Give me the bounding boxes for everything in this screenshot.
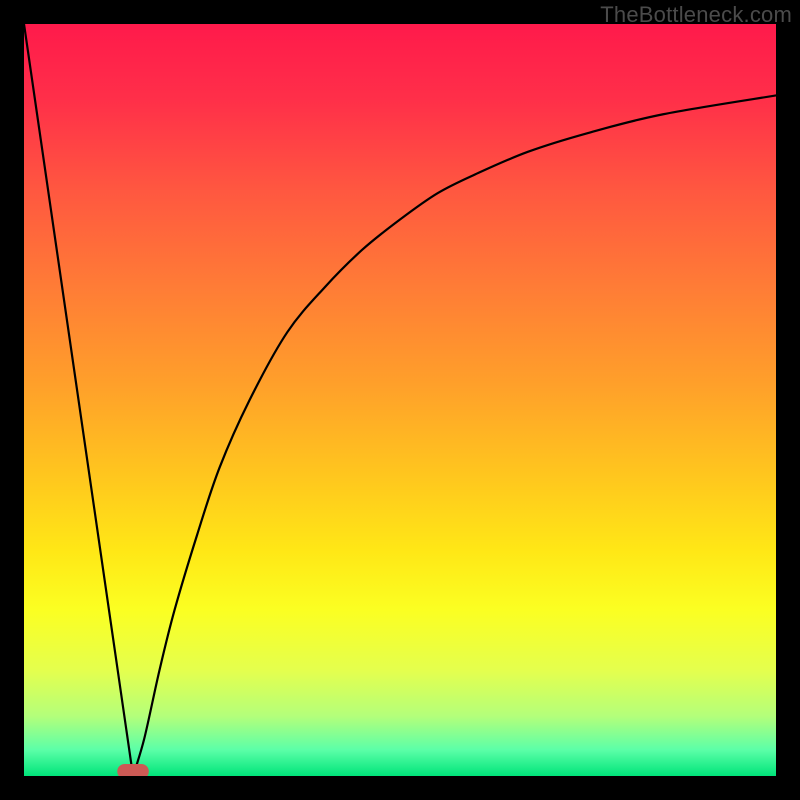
plot-area <box>24 24 776 776</box>
watermark-label: TheBottleneck.com <box>600 2 792 28</box>
chart-svg <box>24 24 776 776</box>
chart-frame: TheBottleneck.com <box>0 0 800 800</box>
optimal-marker <box>117 764 149 776</box>
gradient-background <box>24 24 776 776</box>
